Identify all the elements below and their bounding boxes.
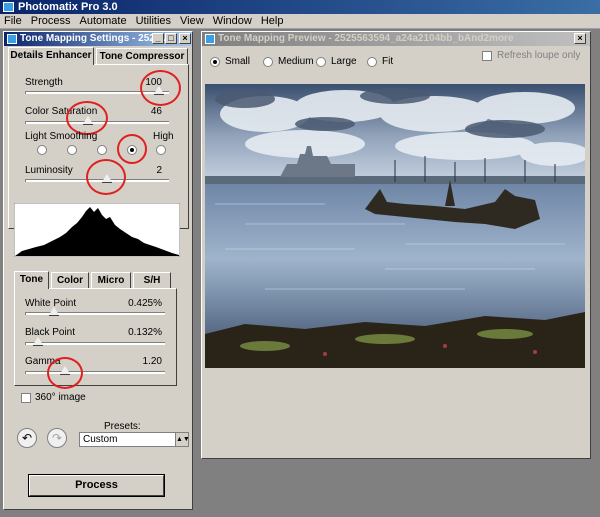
annotation-circle <box>86 159 126 195</box>
tab-sh[interactable]: S/H <box>133 272 171 288</box>
tab-tone[interactable]: Tone <box>14 271 49 289</box>
tone-mapping-settings-window: Tone Mapping Settings - 2525... _ □ × De… <box>3 31 193 510</box>
size-medium-label: Medium <box>278 56 314 67</box>
white-point-slider-thumb[interactable] <box>49 307 59 316</box>
light-smoothing-radio-2[interactable] <box>67 145 77 155</box>
size-fit-radio[interactable] <box>367 57 377 67</box>
close-button[interactable]: × <box>574 33 586 44</box>
refresh-loupe-checkbox[interactable] <box>482 51 492 61</box>
presets-label: Presets: <box>104 421 141 432</box>
app-title-bar: Photomatix Pro 3.0 <box>0 0 600 14</box>
preview-title-bar[interactable]: Tone Mapping Preview - 2525563594_a24a21… <box>202 32 590 46</box>
histogram-chart <box>14 203 180 257</box>
tone-mapped-preview-image <box>205 84 585 368</box>
light-smoothing-radio-5[interactable] <box>156 145 166 155</box>
minimize-button[interactable]: _ <box>152 33 164 44</box>
size-medium-radio[interactable] <box>263 57 273 67</box>
maximize-button[interactable]: □ <box>165 33 177 44</box>
preview-title: Tone Mapping Preview - 2525563594_a24a21… <box>218 33 514 44</box>
black-point-slider-thumb[interactable] <box>33 337 43 346</box>
size-small-radio[interactable] <box>210 57 220 67</box>
size-large-label: Large <box>331 56 357 67</box>
image-360-checkbox[interactable] <box>21 393 31 403</box>
gamma-slider-track[interactable] <box>25 371 165 374</box>
undo-arrow-icon[interactable]: ↶ <box>17 428 37 448</box>
dropdown-arrow-icon: ▲▼ <box>175 433 190 446</box>
menu-utilities[interactable]: Utilities <box>136 15 171 27</box>
menu-view[interactable]: View <box>180 15 204 27</box>
black-point-slider-track[interactable] <box>25 342 165 345</box>
luminosity-value: 2 <box>156 165 162 176</box>
image-360-label: 360° image <box>35 392 86 403</box>
white-point-value: 0.425% <box>128 298 162 309</box>
white-point-slider-track[interactable] <box>25 312 165 315</box>
light-smoothing-radio-1[interactable] <box>37 145 47 155</box>
window-app-icon <box>7 34 17 44</box>
tab-tone-compressor[interactable]: Tone Compressor <box>96 48 188 64</box>
close-button[interactable]: × <box>179 33 191 44</box>
annotation-circle <box>66 101 108 135</box>
presets-value: Custom <box>83 434 118 445</box>
menu-help[interactable]: Help <box>261 15 284 27</box>
refresh-loupe-label: Refresh loupe only <box>497 50 581 61</box>
luminosity-label: Luminosity <box>25 165 73 176</box>
annotation-circle <box>140 70 181 106</box>
size-large-radio[interactable] <box>316 57 326 67</box>
settings-title: Tone Mapping Settings - 2525... <box>20 33 169 44</box>
presets-dropdown[interactable]: Custom ▲▼ <box>79 432 190 447</box>
light-smoothing-high-label: High <box>153 131 174 142</box>
size-fit-label: Fit <box>382 56 394 67</box>
tab-color[interactable]: Color <box>51 272 89 288</box>
color-saturation-value: 46 <box>150 106 162 117</box>
menu-automate[interactable]: Automate <box>79 15 126 27</box>
window-app-icon <box>205 34 215 44</box>
strength-label: Strength <box>25 77 63 88</box>
menu-bar: File Process Automate Utilities View Win… <box>0 14 600 29</box>
process-button[interactable]: Process <box>28 474 165 497</box>
app-logo-icon <box>3 2 14 12</box>
light-smoothing-radio-3[interactable] <box>97 145 107 155</box>
menu-process[interactable]: Process <box>31 15 71 27</box>
gamma-value: 1.20 <box>142 356 162 367</box>
light-smoothing-label: Light Smoothing <box>25 131 98 142</box>
menu-window[interactable]: Window <box>213 15 252 27</box>
redo-arrow-icon[interactable]: ↷ <box>47 428 67 448</box>
settings-title-bar[interactable]: Tone Mapping Settings - 2525... _ □ × <box>4 32 192 46</box>
annotation-circle <box>47 357 83 389</box>
annotation-circle <box>117 134 147 164</box>
black-point-value: 0.132% <box>128 327 162 338</box>
size-small-label: Small <box>225 56 251 67</box>
app-title: Photomatix Pro 3.0 <box>18 1 118 13</box>
tab-details-enhancer[interactable]: Details Enhancer <box>8 47 94 65</box>
menu-file[interactable]: File <box>4 15 22 27</box>
tone-mapping-preview-window: Tone Mapping Preview - 2525563594_a24a21… <box>201 31 591 459</box>
tab-micro[interactable]: Micro <box>91 272 131 288</box>
